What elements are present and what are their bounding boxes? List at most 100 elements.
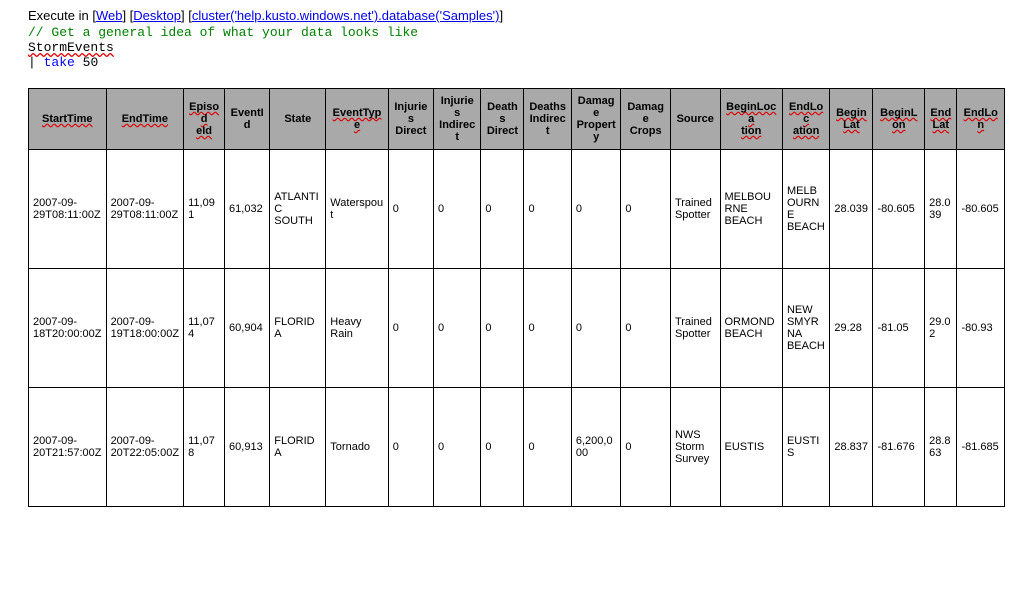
col-header[interactable]: InjuriesDirect — [388, 89, 433, 150]
cell-DeathsIndirect: 0 — [524, 269, 571, 388]
col-header-label: EpisodeId — [189, 101, 219, 137]
cell-InjuriesIndirect: 0 — [434, 269, 481, 388]
cell-BeginLocation: ORMOND BEACH — [720, 269, 782, 388]
col-header-label: DeathsIndirect — [529, 101, 566, 137]
execute-line: Execute in [Web] [Desktop] [cluster('hel… — [28, 8, 1005, 23]
col-header[interactable]: DamageProperty — [571, 89, 621, 150]
cell-State: FLORIDA — [270, 269, 326, 388]
cell-State: FLORIDA — [270, 388, 326, 507]
cell-EndLocation: NEW SMYRNA BEACH — [782, 269, 829, 388]
col-header[interactable]: DamageCrops — [621, 89, 671, 150]
cell-EpisodeId: 11,091 — [184, 150, 225, 269]
col-header-label: EventType — [333, 107, 382, 131]
col-header-label: Source — [677, 113, 714, 125]
col-header[interactable]: EpisodeId — [184, 89, 225, 150]
cell-BeginLon: -80.605 — [873, 150, 925, 269]
col-header[interactable]: Source — [670, 89, 720, 150]
cell-EndLon: -80.605 — [957, 150, 1005, 269]
col-header[interactable]: BeginLat — [830, 89, 873, 150]
cell-BeginLat: 28.837 — [830, 388, 873, 507]
cell-DeathsIndirect: 0 — [524, 150, 571, 269]
cell-Source: Trained Spotter — [670, 150, 720, 269]
cell-InjuriesDirect: 0 — [388, 269, 433, 388]
cell-State: ATLANTIC SOUTH — [270, 150, 326, 269]
cell-Source: Trained Spotter — [670, 269, 720, 388]
cell-EpisodeId: 11,074 — [184, 269, 225, 388]
cell-EndTime: 2007-09-19T18:00:00Z — [106, 269, 184, 388]
col-header-label: DamageCrops — [627, 101, 664, 137]
table-row[interactable]: 2007-09-20T21:57:00Z2007-09-20T22:05:00Z… — [29, 388, 1005, 507]
col-header-label: BeginLat — [836, 107, 867, 131]
cell-StartTime: 2007-09-29T08:11:00Z — [29, 150, 107, 269]
cell-InjuriesIndirect: 0 — [434, 388, 481, 507]
cell-DamageCrops: 0 — [621, 269, 671, 388]
code-pipe: | — [28, 55, 36, 70]
col-header-label: StartTime — [42, 113, 93, 125]
cell-DamageCrops: 0 — [621, 388, 671, 507]
col-header[interactable]: InjuriesIndirect — [434, 89, 481, 150]
col-header-label: DamageProperty — [577, 95, 616, 143]
table-row[interactable]: 2007-09-18T20:00:00Z2007-09-19T18:00:00Z… — [29, 269, 1005, 388]
execute-label: Execute in — [28, 8, 89, 23]
col-header-label: InjuriesDirect — [394, 101, 427, 137]
cell-BeginLocation: MELBOURNE BEACH — [720, 150, 782, 269]
code-number: 50 — [83, 55, 99, 70]
cell-BeginLocation: EUSTIS — [720, 388, 782, 507]
table-row[interactable]: 2007-09-29T08:11:00Z2007-09-29T08:11:00Z… — [29, 150, 1005, 269]
col-header[interactable]: DeathsDirect — [481, 89, 524, 150]
code-identifier: StormEvents — [28, 40, 114, 55]
code-keyword: take — [44, 55, 75, 70]
execute-web-link[interactable]: Web — [96, 8, 123, 23]
col-header-label: EndTime — [122, 113, 168, 125]
code-comment: // Get a general idea of what your data … — [28, 25, 418, 40]
cell-EpisodeId: 11,078 — [184, 388, 225, 507]
results-table: StartTime EndTime EpisodeId EventIdState Eve… — [28, 88, 1005, 507]
col-header[interactable]: EndTime — [106, 89, 184, 150]
col-header[interactable]: StartTime — [29, 89, 107, 150]
cell-EventId: 61,032 — [225, 150, 270, 269]
cell-EventType: Waterspout — [326, 150, 388, 269]
cell-BeginLat: 28.039 — [830, 150, 873, 269]
cell-InjuriesDirect: 0 — [388, 150, 433, 269]
cell-BeginLon: -81.05 — [873, 269, 925, 388]
cell-EndTime: 2007-09-20T22:05:00Z — [106, 388, 184, 507]
cell-BeginLon: -81.676 — [873, 388, 925, 507]
query-code-block[interactable]: // Get a general idea of what your data … — [28, 25, 1005, 70]
col-header-label: BeginLocation — [726, 101, 776, 137]
col-header[interactable]: EndLat — [925, 89, 957, 150]
cell-DeathsDirect: 0 — [481, 388, 524, 507]
cell-DamageProperty: 0 — [571, 150, 621, 269]
col-header-label: EndLat — [930, 107, 951, 131]
col-header-label: InjuriesIndirect — [439, 95, 475, 143]
execute-desktop-link[interactable]: Desktop — [133, 8, 181, 23]
col-header-label: BeginLon — [880, 107, 917, 131]
cell-StartTime: 2007-09-20T21:57:00Z — [29, 388, 107, 507]
execute-cluster-link[interactable]: cluster('help.kusto.windows.net').databa… — [192, 8, 500, 23]
cell-EndLon: -81.685 — [957, 388, 1005, 507]
cell-EndTime: 2007-09-29T08:11:00Z — [106, 150, 184, 269]
cell-EventType: Heavy Rain — [326, 269, 388, 388]
col-header[interactable]: EndLocation — [782, 89, 829, 150]
cell-EndLocation: MELBOURNE BEACH — [782, 150, 829, 269]
cell-EndLocation: EUSTIS — [782, 388, 829, 507]
cell-EventType: Tornado — [326, 388, 388, 507]
cell-DamageProperty: 0 — [571, 269, 621, 388]
cell-DamageCrops: 0 — [621, 150, 671, 269]
cell-DeathsDirect: 0 — [481, 269, 524, 388]
table-header-row: StartTime EndTime EpisodeId EventIdState Eve… — [29, 89, 1005, 150]
col-header[interactable]: EventType — [326, 89, 388, 150]
col-header[interactable]: BeginLocation — [720, 89, 782, 150]
col-header-label: DeathsDirect — [487, 101, 518, 137]
col-header[interactable]: EndLon — [957, 89, 1005, 150]
col-header[interactable]: BeginLon — [873, 89, 925, 150]
cell-DeathsIndirect: 0 — [524, 388, 571, 507]
col-header-label: EndLocation — [789, 101, 823, 137]
col-header[interactable]: EventId — [225, 89, 270, 150]
col-header-label: EventId — [231, 107, 264, 131]
col-header[interactable]: State — [270, 89, 326, 150]
col-header-label: EndLon — [964, 107, 998, 131]
cell-DeathsDirect: 0 — [481, 150, 524, 269]
cell-BeginLat: 29.28 — [830, 269, 873, 388]
cell-EndLat: 28.863 — [925, 388, 957, 507]
col-header[interactable]: DeathsIndirect — [524, 89, 571, 150]
